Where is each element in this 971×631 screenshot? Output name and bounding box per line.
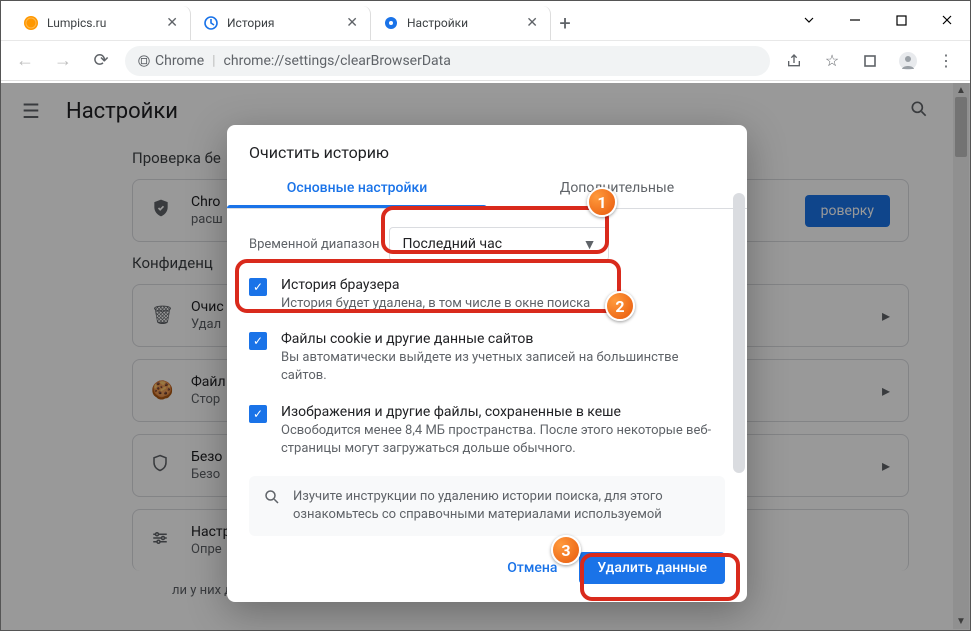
dialog-body: Временной диапазон Последний час ▼ ✓ Ист…	[227, 209, 747, 536]
close-button[interactable]	[924, 0, 970, 40]
tab-history[interactable]: История ✕	[191, 6, 371, 40]
select-value: Последний час	[402, 236, 502, 252]
search-icon	[263, 488, 281, 524]
minimize-button[interactable]	[832, 0, 878, 40]
annotation-badge-1: 1	[587, 187, 617, 217]
option-title: Изображения и другие файлы, сохраненные …	[281, 404, 725, 420]
tab-basic[interactable]: Основные настройки	[227, 168, 487, 208]
new-tab-button[interactable]: +	[551, 11, 579, 35]
chevron-down-icon[interactable]	[786, 0, 832, 40]
settings-icon	[383, 15, 399, 31]
url-text: chrome://settings/clearBrowserData	[224, 53, 451, 69]
checkbox-checked[interactable]: ✓	[249, 332, 267, 350]
close-icon[interactable]: ✕	[346, 15, 358, 31]
tab-title: Настройки	[407, 16, 518, 30]
orange-icon	[23, 15, 39, 31]
chevron-down-icon: ▼	[583, 236, 597, 253]
dialog-footer: Отмена Удалить данные	[227, 536, 747, 602]
time-range-select[interactable]: Последний час ▼	[389, 227, 609, 261]
tab-strip: Lumpics.ru ✕ История ✕ Настройки ✕ +	[1, 6, 786, 40]
close-icon[interactable]: ✕	[526, 15, 538, 31]
close-icon[interactable]: ✕	[166, 15, 178, 31]
tab-title: История	[227, 16, 338, 30]
option-title: Файлы cookie и другие данные сайтов	[281, 331, 725, 347]
dialog-title: Очистить историю	[227, 125, 747, 168]
site-chip: Chrome	[137, 53, 204, 69]
dialog-scrollbar[interactable]	[731, 191, 747, 521]
scrollbar-thumb[interactable]	[733, 193, 745, 473]
option-cookies[interactable]: ✓ Файлы cookie и другие данные сайтов Вы …	[249, 331, 725, 385]
window-controls	[786, 0, 970, 40]
info-text: Изучите инструкции по удалению истории п…	[293, 488, 711, 524]
checkbox-checked[interactable]: ✓	[249, 278, 267, 296]
maximize-button[interactable]	[878, 0, 924, 40]
annotation-badge-2: 2	[605, 291, 635, 321]
history-icon	[203, 15, 219, 31]
annotation-badge-3: 3	[551, 535, 581, 565]
tab-lumpics[interactable]: Lumpics.ru ✕	[11, 6, 191, 40]
option-desc: Вы автоматически выйдете из учетных запи…	[281, 349, 725, 385]
profile-icon[interactable]	[894, 47, 922, 75]
extensions-icon[interactable]	[856, 47, 884, 75]
option-browser-history[interactable]: ✓ История браузера История будет удалена,…	[249, 277, 725, 313]
confirm-button[interactable]: Удалить данные	[579, 552, 725, 584]
option-cache[interactable]: ✓ Изображения и другие файлы, сохраненны…	[249, 404, 725, 458]
url-input[interactable]: Chrome | chrome://settings/clearBrowserD…	[125, 46, 770, 76]
option-desc: Освободится менее 8,4 МБ пространства. П…	[281, 422, 725, 458]
checkbox-checked[interactable]: ✓	[249, 405, 267, 423]
time-range-label: Временной диапазон	[249, 237, 379, 252]
info-box: Изучите инструкции по удалению истории п…	[249, 476, 725, 536]
window-titlebar: Lumpics.ru ✕ История ✕ Настройки ✕ +	[1, 1, 970, 41]
option-title: История браузера	[281, 277, 590, 293]
tab-advanced[interactable]: Дополнительные	[487, 168, 747, 208]
dialog-tabs: Основные настройки Дополнительные	[227, 168, 747, 209]
reload-button[interactable]: ⟳	[87, 47, 115, 75]
tab-title: Lumpics.ru	[47, 16, 158, 30]
option-desc: История будет удалена, в том числе в окн…	[281, 295, 590, 313]
clear-history-dialog: Очистить историю Основные настройки Допо…	[227, 125, 747, 602]
share-icon[interactable]	[780, 47, 808, 75]
tab-settings[interactable]: Настройки ✕	[371, 6, 551, 40]
forward-button[interactable]: →	[49, 47, 77, 75]
address-bar: ← → ⟳ Chrome | chrome://settings/clearBr…	[1, 41, 970, 81]
bookmark-icon[interactable]: ☆	[818, 47, 846, 75]
back-button[interactable]: ←	[11, 47, 39, 75]
menu-icon[interactable]: ⋮	[932, 47, 960, 75]
